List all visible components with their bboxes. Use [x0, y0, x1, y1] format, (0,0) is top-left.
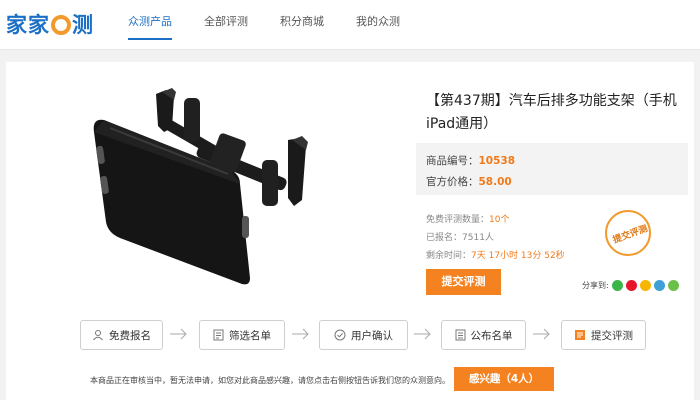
weibo-icon[interactable]	[625, 280, 637, 291]
registered-row: 已报名：7511人	[426, 230, 494, 243]
step-publish-list: 公布名单	[441, 320, 526, 350]
official-price-label: 官方价格：	[426, 176, 479, 188]
remaining-time-value: 7天 17小时 13分 52秒	[471, 251, 565, 261]
more-share-icon[interactable]	[667, 280, 679, 291]
logo-ring-icon	[51, 15, 71, 35]
step-label: 免费报名	[109, 329, 151, 342]
step-arrow-icon	[414, 328, 431, 340]
announce-doc-icon	[455, 329, 465, 341]
official-price-value: 58.00	[478, 176, 512, 188]
step-label: 提交评测	[591, 329, 633, 342]
submit-review-stamp: 提交评测	[605, 210, 651, 256]
site-logo[interactable]: 家家测	[6, 9, 94, 37]
price-box: 商品编号：10538 官方价格：58.00	[416, 143, 688, 195]
submit-review-button[interactable]: 提交评测	[426, 269, 501, 295]
free-count-row: 免费评测数量：10个	[426, 212, 509, 225]
top-navigation-bar: 家家测 众测产品 全部评测 积分商城 我的众测	[0, 0, 700, 50]
official-price-row: 官方价格：58.00	[426, 174, 512, 189]
step-free-signup: 免费报名	[80, 320, 163, 350]
remaining-time-row: 剩余时间：7天 17小时 13分 52秒	[426, 248, 565, 261]
product-code-value: 10538	[478, 155, 516, 167]
step-label: 用户确认	[351, 329, 393, 342]
step-submit-review: 提交评测	[561, 320, 646, 350]
product-code-row: 商品编号：10538	[426, 153, 515, 168]
share-bar: 分享到:	[582, 280, 679, 291]
step-label: 公布名单	[470, 329, 513, 342]
user-icon	[93, 330, 103, 341]
report-icon	[575, 330, 585, 340]
nav-item-my-tests[interactable]: 我的众测	[340, 0, 416, 50]
qzone-icon[interactable]	[639, 280, 651, 291]
review-notice: 本商品正在审核当中，暂无法申请，如您对此商品感兴趣，请您点击右侧按钮告诉我们您的…	[90, 376, 450, 385]
product-code-label: 商品编号：	[426, 155, 479, 167]
interested-button[interactable]: 感兴趣（4人）	[454, 367, 554, 391]
tencent-weibo-icon[interactable]	[653, 280, 665, 291]
remaining-time-label: 剩余时间：	[426, 251, 472, 261]
product-image	[93, 88, 308, 285]
step-arrow-icon	[533, 328, 550, 340]
step-screen-list: 筛选名单	[199, 320, 285, 350]
wechat-icon[interactable]	[611, 280, 623, 291]
list-doc-icon	[213, 329, 224, 341]
main-nav: 众测产品 全部评测 积分商城 我的众测	[112, 0, 416, 50]
share-label: 分享到:	[582, 281, 609, 290]
product-title: 【第437期】汽车后排多功能支架（手机iPad通用）	[426, 93, 677, 132]
step-arrow-icon	[292, 328, 309, 340]
step-label: 筛选名单	[229, 329, 271, 342]
registered-value: 7511人	[462, 233, 494, 243]
step-user-confirm: 用户确认	[319, 320, 408, 350]
registered-label: 已报名：	[426, 233, 463, 243]
check-circle-icon	[334, 329, 346, 341]
nav-item-points-mall[interactable]: 积分商城	[264, 0, 340, 50]
free-count-label: 免费评测数量：	[426, 215, 490, 225]
nav-item-all-reviews[interactable]: 全部评测	[188, 0, 264, 50]
stamp-label: 提交评测	[611, 224, 650, 246]
free-count-value: 10个	[489, 215, 510, 225]
nav-item-products[interactable]: 众测产品	[112, 0, 188, 50]
step-arrow-icon	[170, 328, 187, 340]
